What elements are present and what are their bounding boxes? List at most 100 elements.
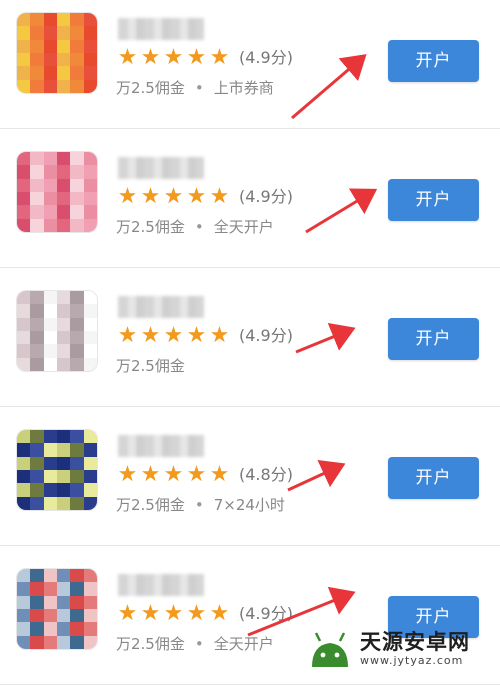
logo-pixel	[83, 191, 97, 206]
logo-pixel	[43, 39, 57, 53]
logo-pixel	[30, 496, 44, 510]
logo-pixel	[70, 291, 84, 305]
broker-meta: 万2.5佣金 • 全天开户	[116, 633, 274, 655]
logo-pixel	[70, 456, 84, 470]
logo-pixel	[56, 344, 71, 358]
broker-logo	[16, 568, 98, 650]
logo-pixel	[70, 608, 84, 623]
logo-pixel	[56, 79, 71, 93]
logo-pixel	[83, 608, 97, 623]
star-icon: ★	[117, 601, 138, 626]
logo-pixel	[56, 456, 71, 470]
open-account-button[interactable]: 开户	[388, 318, 479, 360]
logo-pixel	[83, 582, 97, 596]
logo-pixel	[17, 344, 31, 358]
logo-pixel	[83, 430, 97, 444]
logo-pixel	[70, 430, 84, 444]
logo-pixel	[17, 317, 31, 331]
star-icon: ★	[117, 184, 138, 209]
logo-pixel	[56, 330, 71, 345]
logo-pixel	[30, 66, 44, 80]
rating-score: (4.9分)	[239, 187, 293, 206]
watermark-url: www.jytyaz.com	[360, 654, 464, 667]
logo-pixel	[17, 191, 31, 206]
logo-pixel	[83, 344, 97, 358]
star-icon: ★	[186, 601, 207, 626]
logo-pixel	[43, 304, 57, 318]
list-item[interactable]: ★ ★ ★ ★ ★ (4.9分) 万2.5佣金 开户	[0, 268, 500, 407]
logo-pixel	[43, 26, 57, 40]
logo-pixel	[30, 569, 44, 583]
logo-pixel	[30, 178, 44, 192]
logo-pixel	[56, 218, 71, 232]
logo-pixel	[43, 569, 57, 583]
logo-pixel	[70, 569, 84, 583]
star-icon: ★	[209, 462, 230, 487]
logo-pixel	[30, 26, 44, 40]
logo-pixel	[70, 205, 84, 219]
logo-pixel	[30, 152, 44, 166]
rating: ★ ★ ★ ★ ★ (4.8分)	[116, 461, 293, 489]
logo-pixel	[56, 66, 71, 80]
logo-pixel	[83, 635, 97, 649]
logo-pixel	[30, 582, 44, 596]
logo-pixel	[83, 330, 97, 345]
list-item[interactable]: ★ ★ ★ ★ ★ (4.9分) 万2.5佣金 • 全天开户 开户	[0, 129, 500, 268]
broker-meta: 万2.5佣金 • 全天开户	[116, 216, 274, 238]
star-icon: ★	[163, 323, 184, 348]
logo-pixel	[56, 205, 71, 219]
logo-pixel	[43, 582, 57, 596]
logo-pixel	[30, 218, 44, 232]
logo-pixel	[17, 456, 31, 470]
commission-label: 万2.5佣金	[116, 357, 185, 375]
logo-pixel	[17, 569, 31, 583]
logo-pixel	[43, 443, 57, 457]
logo-pixel	[56, 569, 71, 583]
logo-pixel	[30, 357, 44, 371]
logo-pixel	[43, 483, 57, 497]
rating: ★ ★ ★ ★ ★ (4.9分)	[116, 600, 293, 628]
logo-pixel	[70, 39, 84, 53]
logo-pixel	[17, 79, 31, 93]
rating: ★ ★ ★ ★ ★ (4.9分)	[116, 322, 293, 350]
logo-pixel	[70, 26, 84, 40]
rating: ★ ★ ★ ★ ★ (4.9分)	[116, 44, 293, 72]
open-account-button[interactable]: 开户	[388, 179, 479, 221]
logo-pixel	[43, 79, 57, 93]
logo-pixel	[43, 178, 57, 192]
logo-pixel	[43, 344, 57, 358]
logo-pixel	[83, 483, 97, 497]
star-icon: ★	[209, 323, 230, 348]
star-icon: ★	[209, 184, 230, 209]
logo-pixel	[56, 52, 71, 67]
logo-pixel	[56, 317, 71, 331]
logo-pixel	[30, 205, 44, 219]
list-item[interactable]: ★ ★ ★ ★ ★ (4.9分) 万2.5佣金 • 上市券商 开户	[0, 0, 500, 129]
rating-score: (4.9分)	[239, 48, 293, 67]
logo-pixel	[30, 456, 44, 470]
broker-logo	[16, 429, 98, 511]
logo-pixel	[30, 443, 44, 457]
logo-pixel	[56, 39, 71, 53]
star-icon: ★	[117, 462, 138, 487]
star-icon: ★	[140, 45, 161, 70]
logo-pixel	[83, 357, 97, 371]
logo-pixel	[56, 582, 71, 596]
logo-pixel	[70, 165, 84, 179]
star-icon: ★	[140, 462, 161, 487]
logo-pixel	[56, 291, 71, 305]
logo-pixel	[43, 608, 57, 623]
commission-label: 万2.5佣金	[116, 79, 185, 97]
logo-pixel	[83, 291, 97, 305]
broker-meta: 万2.5佣金 • 7×24小时	[116, 494, 285, 516]
logo-pixel	[30, 291, 44, 305]
open-account-button[interactable]: 开户	[388, 457, 479, 499]
star-icon: ★	[140, 601, 161, 626]
broker-meta: 万2.5佣金 • 上市券商	[116, 77, 274, 99]
list-item[interactable]: ★ ★ ★ ★ ★ (4.8分) 万2.5佣金 • 7×24小时 开户	[0, 407, 500, 546]
commission-label: 万2.5佣金	[116, 218, 185, 236]
logo-pixel	[17, 443, 31, 457]
open-account-button[interactable]: 开户	[388, 40, 479, 82]
logo-pixel	[17, 483, 31, 497]
logo-pixel	[43, 218, 57, 232]
